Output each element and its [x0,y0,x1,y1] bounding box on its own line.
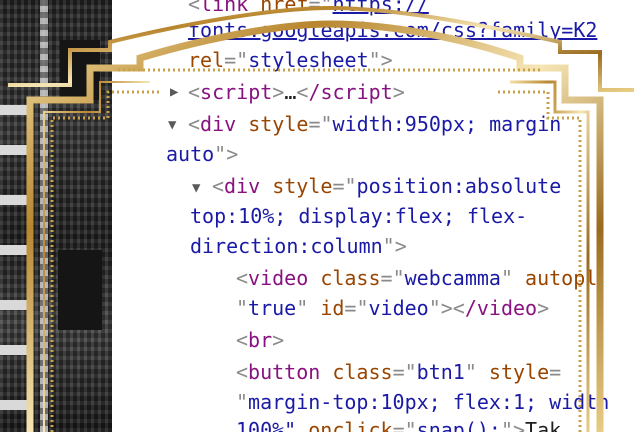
triangle-down-icon[interactable]: ▼ [192,180,200,196]
dom-div-inner-style-end: direction:column"> [190,234,407,258]
dom-video-attrs: "true" id="video"></video> [236,296,550,320]
dom-button-style: "margin-top:10px; flex:1; width [236,390,610,414]
dom-link-href[interactable]: fonts.googleapis.com/css?family=K2 [188,18,597,42]
dom-node-div-inner[interactable]: <div style="position:absolute [212,174,561,198]
dom-node-br[interactable]: <br> [236,328,284,352]
dom-node-script[interactable]: <script>…</script> [188,80,405,104]
dom-node-div-outer[interactable]: <div style="width:950px; margin [188,112,561,136]
dom-node-link[interactable]: <link href="https:// [188,0,429,16]
devtools-elements-panel: <link href="https:// fonts.googleapis.co… [0,0,634,432]
dom-div-outer-style-cont: auto"> [166,142,239,166]
dom-button-onclick: 100%" onclick="snap();">Tak [236,418,562,432]
dom-node-button[interactable]: <button class="btn1" style= [236,360,561,384]
dom-node-video[interactable]: <video class="webcamma" autopl [236,266,597,290]
dom-link-rel: rel="stylesheet"> [188,48,393,72]
triangle-down-icon[interactable]: ▼ [168,117,176,133]
triangle-right-icon[interactable]: ▶ [170,84,178,100]
dom-div-inner-style-cont: top:10%; display:flex; flex- [190,204,528,228]
